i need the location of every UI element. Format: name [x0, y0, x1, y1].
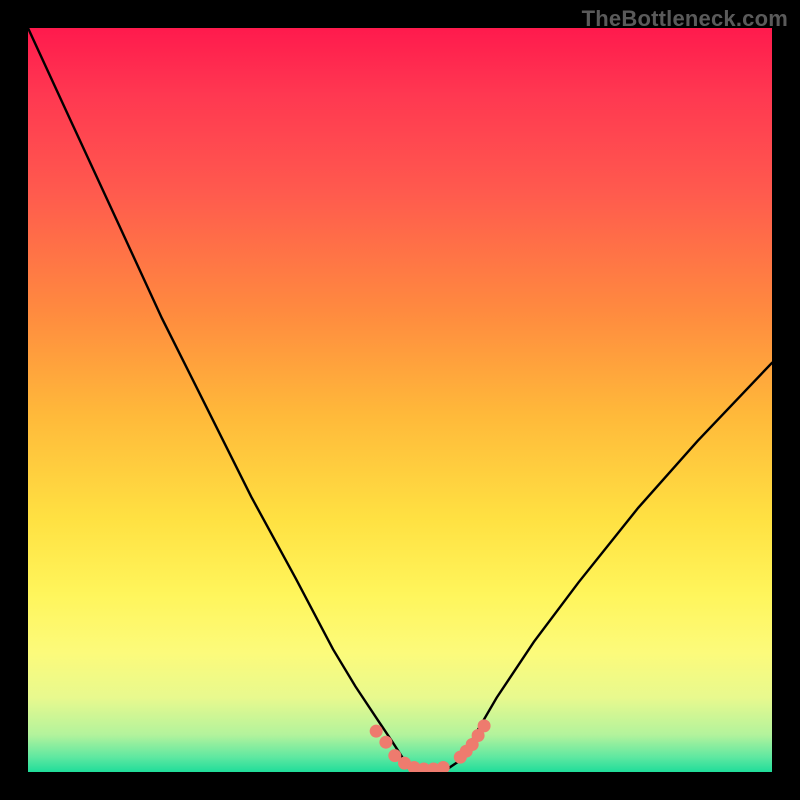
marker-point — [437, 761, 450, 772]
marker-point — [370, 725, 383, 738]
marker-group — [370, 719, 491, 772]
chart-svg — [28, 28, 772, 772]
bottleneck-curve — [28, 28, 772, 771]
marker-point — [478, 719, 491, 732]
watermark-text: TheBottleneck.com — [582, 6, 788, 32]
chart-plot-area — [28, 28, 772, 772]
marker-point — [379, 736, 392, 749]
